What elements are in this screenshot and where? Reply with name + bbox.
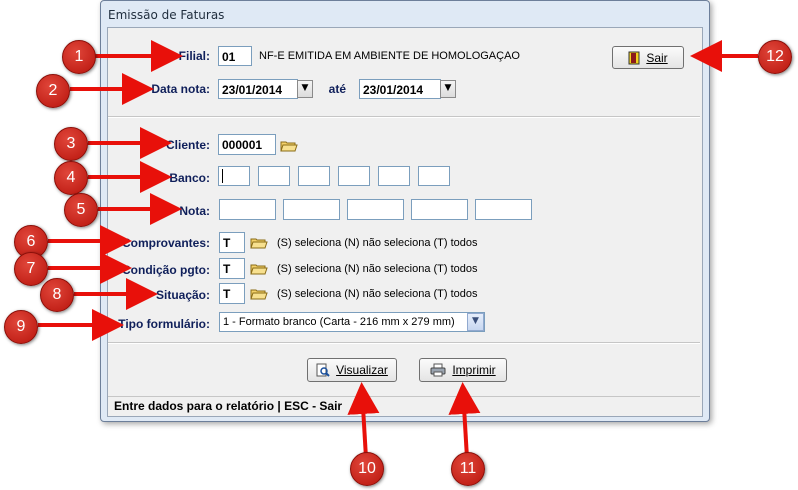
callout-badge-10: 10 (350, 452, 384, 486)
callout-badge-7: 7 (14, 252, 48, 286)
callout-arrows (38, 40, 758, 459)
callout-badge-8: 8 (40, 278, 74, 312)
callout-badge-2: 2 (36, 74, 70, 108)
callout-badge-5: 5 (64, 193, 98, 227)
callout-badge-1: 1 (62, 40, 96, 74)
callout-badge-3: 3 (54, 127, 88, 161)
callout-badge-4: 4 (54, 161, 88, 195)
callout-badge-12: 12 (758, 40, 792, 74)
callout-badge-11: 11 (451, 452, 485, 486)
callout-badge-9: 9 (4, 310, 38, 344)
